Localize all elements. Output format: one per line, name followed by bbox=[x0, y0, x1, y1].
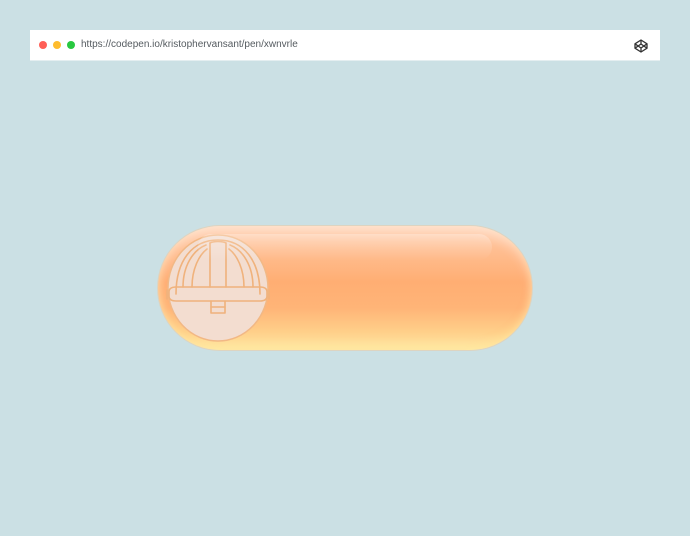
page: https://codepen.io/kristophervansant/pen… bbox=[0, 0, 690, 536]
toggle-knob[interactable] bbox=[166, 233, 270, 343]
toggle-switch[interactable] bbox=[158, 226, 532, 350]
browser-address-bar: https://codepen.io/kristophervansant/pen… bbox=[30, 30, 660, 61]
window-minimize-dot[interactable] bbox=[53, 41, 61, 49]
window-maximize-dot[interactable] bbox=[67, 41, 75, 49]
hard-hat-icon bbox=[166, 234, 270, 342]
url-text[interactable]: https://codepen.io/kristophervansant/pen… bbox=[81, 38, 298, 52]
codepen-icon[interactable] bbox=[634, 39, 648, 53]
window-close-dot[interactable] bbox=[39, 41, 47, 49]
